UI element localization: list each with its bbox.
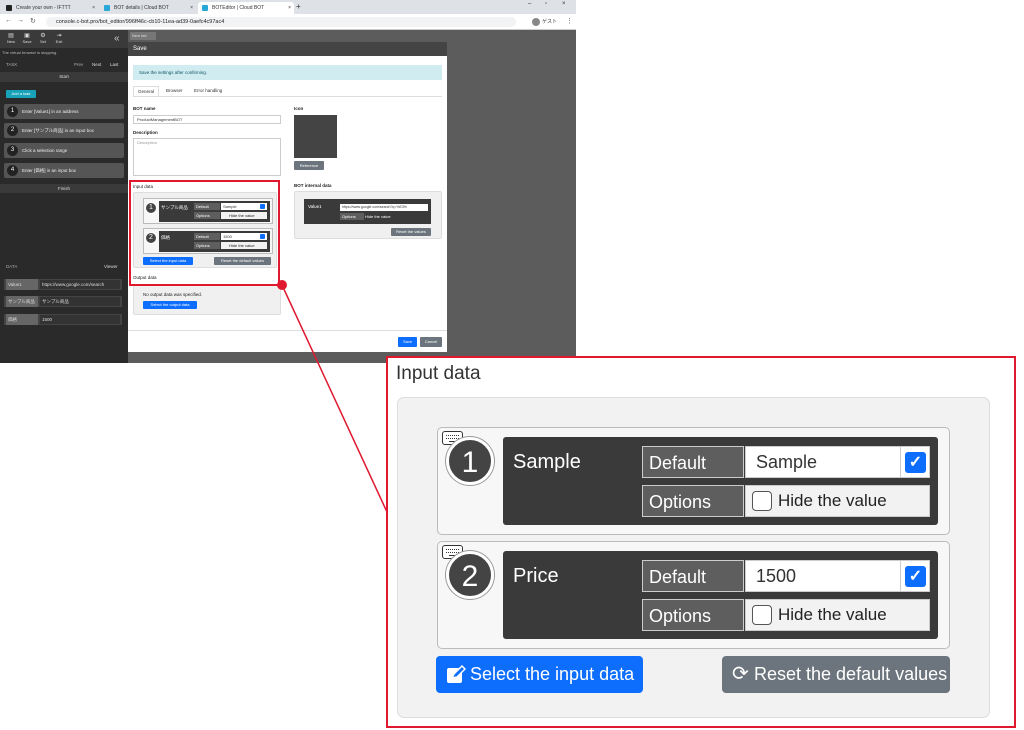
input-name: Price — [513, 565, 559, 587]
options-key: Options — [642, 599, 744, 631]
select-input-data-button[interactable]: Select the input data — [436, 656, 643, 693]
input-number-badge: 1 — [446, 437, 494, 485]
select-input-label: Select the input data — [470, 664, 635, 684]
hide-value-checkbox[interactable] — [752, 491, 772, 511]
reset-default-values-button[interactable]: ⟳ Reset the default values — [722, 656, 950, 693]
default-input[interactable]: 1500 — [745, 560, 901, 592]
refresh-icon: ⟳ — [732, 663, 749, 685]
hide-value-option[interactable]: Hide the value — [745, 485, 930, 517]
default-key: Default — [642, 560, 744, 592]
input-number-badge: 2 — [446, 551, 494, 599]
hide-value-option[interactable]: Hide the value — [745, 599, 930, 631]
zoom-title: Input data — [396, 363, 481, 384]
default-checkbox[interactable]: ✓ — [900, 560, 930, 592]
default-key: Default — [642, 446, 744, 478]
input-name: Sample — [513, 451, 581, 473]
reset-defaults-label: Reset the default values — [754, 664, 948, 684]
default-checkbox[interactable]: ✓ — [900, 446, 930, 478]
hide-value-checkbox[interactable] — [752, 605, 772, 625]
check-icon: ✓ — [905, 566, 926, 587]
edit-icon — [447, 665, 466, 683]
hide-value-label: Hide the value — [778, 491, 887, 510]
default-input[interactable]: Sample — [745, 446, 901, 478]
options-key: Options — [642, 485, 744, 517]
callout-dot — [277, 280, 287, 290]
hide-value-label: Hide the value — [778, 605, 887, 624]
check-icon: ✓ — [905, 452, 926, 473]
